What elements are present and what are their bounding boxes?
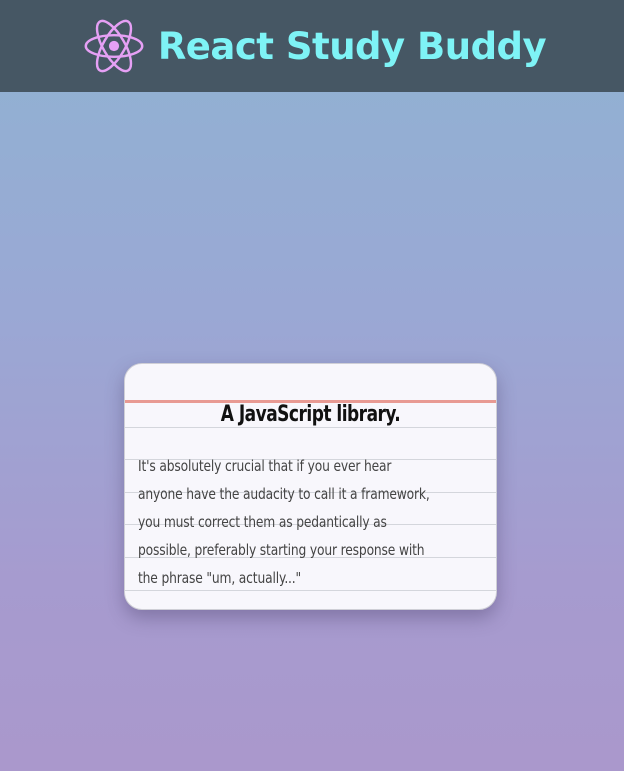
app-title: React Study Buddy (157, 24, 547, 68)
card-body-line: It's absolutely crucial that if you ever… (138, 457, 392, 475)
react-atom-icon (84, 19, 144, 73)
app-header: React Study Buddy (0, 0, 624, 92)
flashcard[interactable]: A JavaScript library. It's absolutely cr… (124, 363, 497, 610)
card-body-line: the phrase "um, actually..." (138, 569, 302, 587)
card-body: It's absolutely crucial that if you ever… (138, 452, 482, 592)
card-body-line: anyone have the audacity to call it a fr… (138, 485, 430, 503)
rule-line (125, 427, 496, 428)
card-body-line: you must correct them as pedantically as (138, 513, 387, 531)
card-title: A JavaScript library. (220, 402, 401, 427)
card-body-line: possible, preferably starting your respo… (138, 541, 425, 559)
header-brand: React Study Buddy (82, 17, 547, 75)
